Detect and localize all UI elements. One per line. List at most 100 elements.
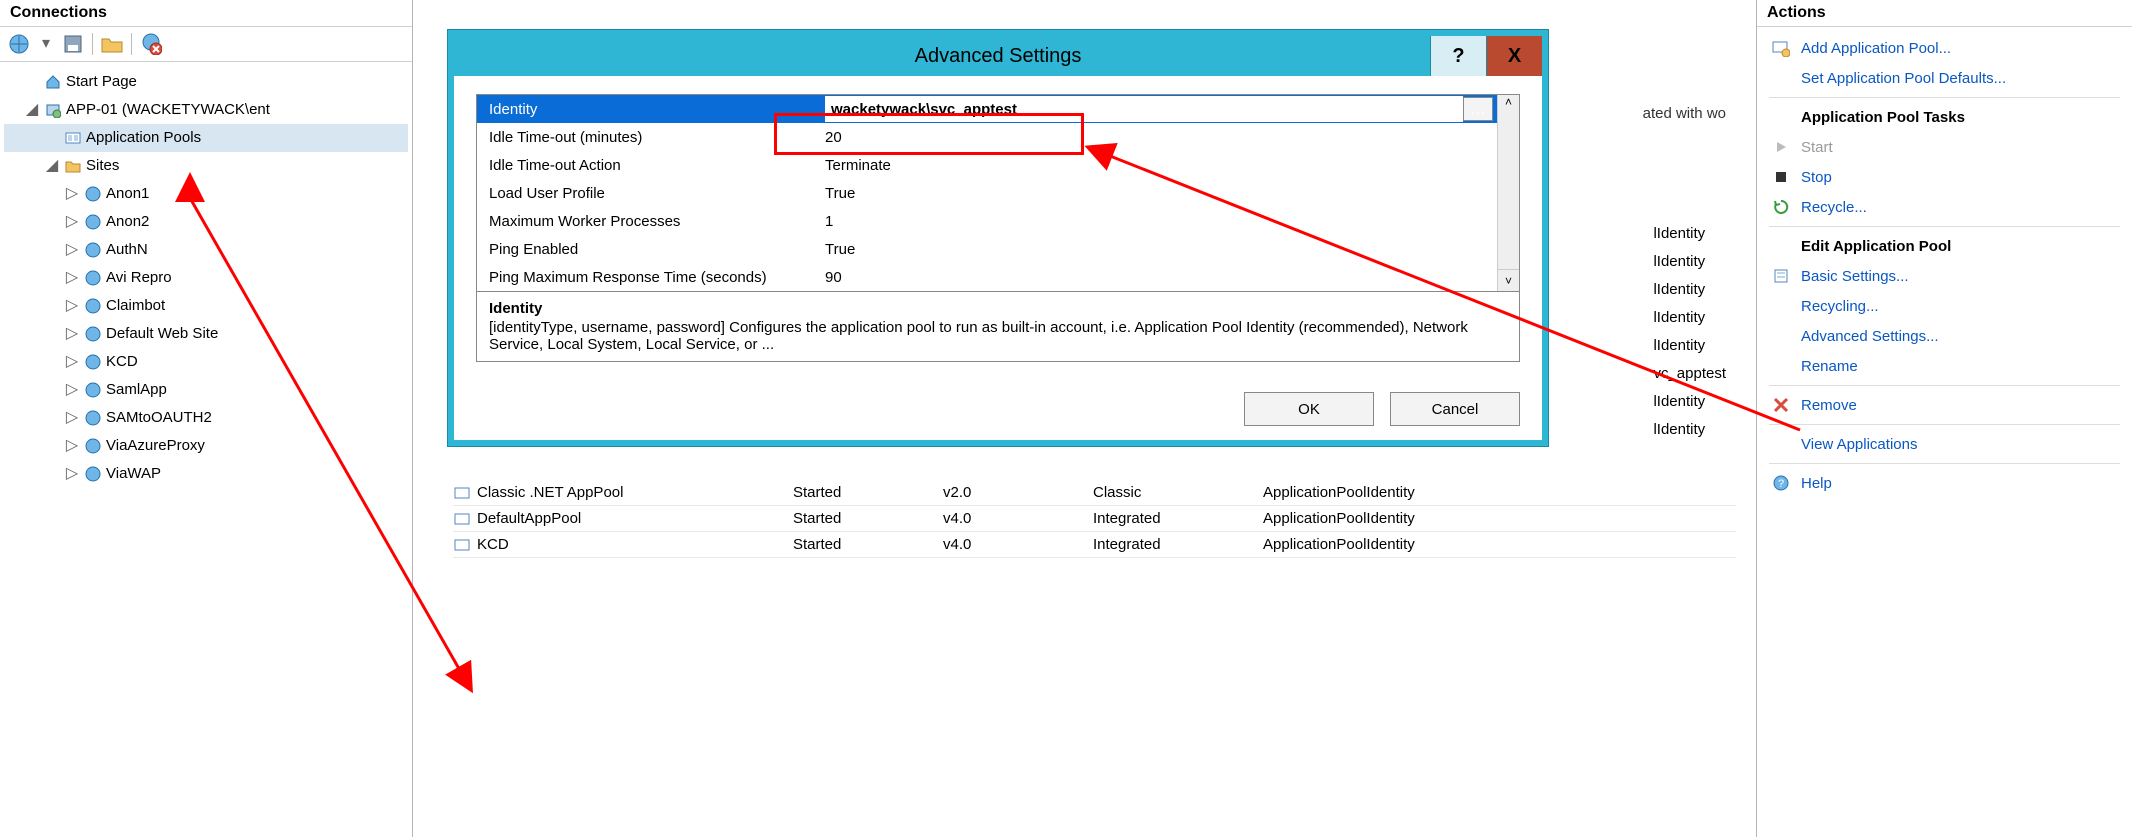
scroll-down-icon[interactable]: ˅ bbox=[1497, 269, 1519, 291]
tree-label: KCD bbox=[106, 349, 138, 375]
action-view-apps[interactable]: View Applications bbox=[1757, 429, 2132, 459]
tree-label: Start Page bbox=[66, 69, 137, 95]
tree-site[interactable]: ▷ViaAzureProxy bbox=[4, 432, 408, 460]
expand-icon[interactable]: ▷ bbox=[64, 466, 80, 482]
expand-icon[interactable]: ▷ bbox=[64, 382, 80, 398]
blank-icon bbox=[1771, 68, 1791, 88]
tree-site[interactable]: ▷AuthN bbox=[4, 236, 408, 264]
tree-site[interactable]: ▷Anon2 bbox=[4, 208, 408, 236]
expand-icon[interactable]: ▷ bbox=[64, 354, 80, 370]
close-button[interactable]: X bbox=[1486, 36, 1542, 76]
header-label: Application Pool Tasks bbox=[1801, 109, 1965, 126]
table-row[interactable]: Classic .NET AppPool Started v2.0 Classi… bbox=[453, 480, 1736, 506]
tree-site[interactable]: ▷Anon1 bbox=[4, 180, 408, 208]
tree-app-pools[interactable]: Application Pools bbox=[4, 124, 408, 152]
toolbar-divider bbox=[92, 33, 93, 55]
property-row[interactable]: Load User ProfileTrue bbox=[477, 179, 1497, 207]
property-row[interactable]: Maximum Worker Processes1 bbox=[477, 207, 1497, 235]
close-icon: X bbox=[1508, 45, 1521, 68]
scrollbar[interactable]: ˄ bbox=[1497, 95, 1519, 291]
remove-connection-icon[interactable] bbox=[140, 33, 162, 55]
cancel-button[interactable]: Cancel bbox=[1390, 392, 1520, 426]
identity-cell: lIdentity bbox=[1653, 332, 1726, 360]
action-recycling[interactable]: Recycling... bbox=[1757, 291, 2132, 321]
tree-start-page[interactable]: Start Page bbox=[4, 68, 408, 96]
separator bbox=[1769, 385, 2120, 386]
action-help[interactable]: ? Help bbox=[1757, 468, 2132, 498]
tree-server-node[interactable]: ◢ APP-01 (WACKETYWACK\ent bbox=[4, 96, 408, 124]
action-rename[interactable]: Rename bbox=[1757, 351, 2132, 381]
expand-icon[interactable]: ▷ bbox=[64, 298, 80, 314]
app-pool-icon bbox=[64, 129, 82, 147]
ellipsis-button[interactable]: … bbox=[1463, 97, 1493, 121]
property-row-identity[interactable]: Identity wacketywack\svc_apptest … bbox=[477, 95, 1497, 123]
tree-sites-node[interactable]: ◢ Sites bbox=[4, 152, 408, 180]
property-row[interactable]: Idle Time-out (minutes)20 bbox=[477, 123, 1497, 151]
tree-site[interactable]: ▷ViaWAP bbox=[4, 460, 408, 488]
site-icon bbox=[84, 213, 102, 231]
prop-name: Load User Profile bbox=[477, 185, 817, 202]
tree-label: Avi Repro bbox=[106, 265, 172, 291]
blank-icon bbox=[1771, 356, 1791, 376]
expand-icon[interactable]: ▷ bbox=[64, 186, 80, 202]
separator bbox=[1769, 463, 2120, 464]
site-icon bbox=[84, 437, 102, 455]
ok-button[interactable]: OK bbox=[1244, 392, 1374, 426]
prop-value: True bbox=[817, 241, 1497, 258]
help-button[interactable]: ? bbox=[1430, 36, 1486, 76]
action-basic-settings[interactable]: Basic Settings... bbox=[1757, 261, 2132, 291]
identity-cell: lIdentity bbox=[1653, 220, 1726, 248]
pool-mode: Integrated bbox=[1093, 510, 1263, 527]
settings-icon bbox=[1771, 266, 1791, 286]
prop-name: Idle Time-out Action bbox=[477, 157, 817, 174]
tree-site[interactable]: ▷ Avi Repro bbox=[4, 264, 408, 292]
play-icon bbox=[1771, 137, 1791, 157]
property-row[interactable]: Idle Time-out ActionTerminate bbox=[477, 151, 1497, 179]
connections-title: Connections bbox=[0, 0, 412, 27]
action-advanced-settings[interactable]: Advanced Settings... bbox=[1757, 321, 2132, 351]
identity-value-field[interactable]: wacketywack\svc_apptest bbox=[825, 96, 1463, 122]
property-row[interactable]: Ping EnabledTrue bbox=[477, 235, 1497, 263]
separator bbox=[1769, 97, 2120, 98]
desc-title: Identity bbox=[489, 300, 1507, 317]
tree-site[interactable]: ▷ KCD bbox=[4, 348, 408, 376]
dropdown-icon[interactable]: ▾ bbox=[38, 36, 54, 52]
expand-icon[interactable]: ▷ bbox=[64, 410, 80, 426]
collapse-icon[interactable]: ◢ bbox=[44, 158, 60, 174]
action-recycle[interactable]: Recycle... bbox=[1757, 192, 2132, 222]
action-label: Recycling... bbox=[1801, 298, 1879, 315]
action-label: Set Application Pool Defaults... bbox=[1801, 70, 2006, 87]
site-icon bbox=[84, 381, 102, 399]
prop-value: 90 bbox=[817, 269, 1497, 286]
table-row[interactable]: DefaultAppPool Started v4.0 Integrated A… bbox=[453, 506, 1736, 532]
action-label: Rename bbox=[1801, 358, 1858, 375]
expand-icon[interactable]: ▷ bbox=[64, 438, 80, 454]
expand-icon[interactable]: ▷ bbox=[64, 214, 80, 230]
action-add-pool[interactable]: Add Application Pool... bbox=[1757, 33, 2132, 63]
expand-icon[interactable]: ▷ bbox=[64, 270, 80, 286]
pool-identity: ApplicationPoolIdentity bbox=[1263, 536, 1523, 553]
action-stop[interactable]: Stop bbox=[1757, 162, 2132, 192]
table-row[interactable]: KCD Started v4.0 Integrated ApplicationP… bbox=[453, 532, 1736, 558]
action-label: Remove bbox=[1801, 397, 1857, 414]
tree-site[interactable]: ▷SAMtoOAUTH2 bbox=[4, 404, 408, 432]
expand-icon[interactable]: ▷ bbox=[64, 242, 80, 258]
action-set-defaults[interactable]: Set Application Pool Defaults... bbox=[1757, 63, 2132, 93]
scroll-up-icon[interactable]: ˄ bbox=[1505, 95, 1512, 109]
action-remove[interactable]: Remove bbox=[1757, 390, 2132, 420]
open-icon[interactable] bbox=[101, 33, 123, 55]
collapse-icon[interactable]: ◢ bbox=[24, 102, 40, 118]
tree-site[interactable]: ▷SamlApp bbox=[4, 376, 408, 404]
cancel-label: Cancel bbox=[1432, 401, 1479, 418]
site-icon bbox=[84, 241, 102, 259]
tree-site[interactable]: ▷Default Web Site bbox=[4, 320, 408, 348]
property-row[interactable]: Ping Maximum Response Time (seconds)90 bbox=[477, 263, 1497, 291]
action-label: View Applications bbox=[1801, 436, 1917, 453]
save-icon[interactable] bbox=[62, 33, 84, 55]
identity-cell: vc_apptest bbox=[1653, 360, 1726, 388]
connections-panel: Connections ▾ Start Page bbox=[0, 0, 413, 837]
expand-icon[interactable]: ▷ bbox=[64, 326, 80, 342]
connect-icon[interactable] bbox=[8, 33, 30, 55]
dialog-titlebar[interactable]: Advanced Settings ? X bbox=[454, 36, 1542, 76]
tree-site[interactable]: ▷Claimbot bbox=[4, 292, 408, 320]
